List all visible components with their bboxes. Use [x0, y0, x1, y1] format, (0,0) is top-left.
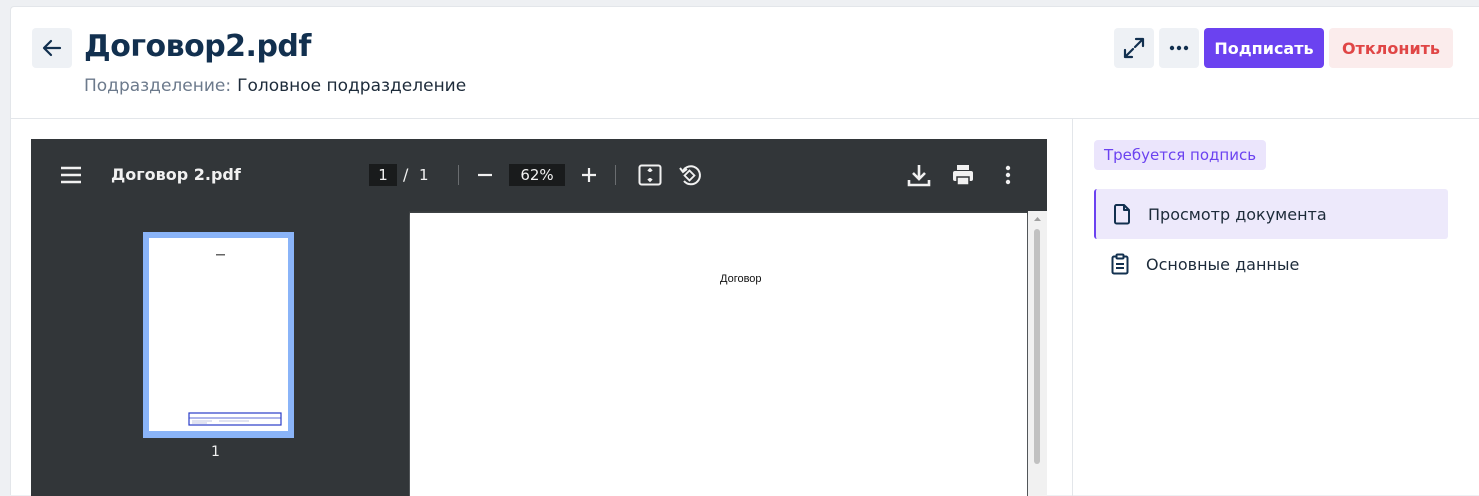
more-horizontal-icon	[1169, 45, 1189, 51]
toolbar-divider	[458, 165, 459, 185]
minus-icon	[478, 173, 492, 177]
clipboard-icon	[1111, 253, 1129, 275]
pdf-file-name: Договор 2.pdf	[111, 165, 241, 184]
document-card: Договор2.pdf Подразделение: Головное подр…	[10, 6, 1479, 496]
back-button[interactable]	[32, 28, 72, 68]
reject-button[interactable]: Отклонить	[1329, 28, 1453, 68]
arrow-left-icon	[42, 39, 62, 57]
menu-icon	[61, 166, 81, 184]
subdivision-line: Подразделение: Головное подразделение	[84, 76, 466, 96]
sign-button[interactable]: Подписать	[1204, 28, 1324, 68]
pdf-viewer: Договор 2.pdf 1 / 1 62% 1 Договор	[31, 139, 1047, 496]
page-separator: /	[403, 165, 409, 184]
download-icon	[907, 165, 931, 187]
zoom-out-button[interactable]	[473, 163, 497, 187]
toolbar-divider	[615, 165, 616, 185]
right-panel: Требуется подпись Просмотр документа Осн…	[1072, 119, 1479, 496]
more-vertical-icon	[1005, 165, 1011, 185]
page-number-input[interactable]: 1	[369, 164, 397, 186]
sidebar-toggle-button[interactable]	[59, 163, 83, 187]
zoom-input[interactable]: 62%	[509, 164, 565, 186]
page-thumbnail[interactable]	[143, 232, 294, 438]
thumbnail-content	[188, 254, 282, 426]
scroll-up-arrow-icon	[1034, 217, 1041, 221]
page-scrollbar[interactable]	[1028, 211, 1047, 496]
pdf-toolbar: Договор 2.pdf 1 / 1 62%	[31, 139, 1047, 211]
file-icon	[1114, 204, 1130, 225]
status-badge: Требуется подпись	[1094, 140, 1267, 170]
expand-icon	[1123, 37, 1145, 59]
rotate-button[interactable]	[677, 163, 703, 187]
nav-item-document-preview[interactable]: Просмотр документа	[1094, 189, 1448, 239]
fullscreen-button[interactable]	[1114, 28, 1154, 68]
nav-item-label: Основные данные	[1146, 254, 1300, 274]
thumbnail-page-number: 1	[211, 444, 220, 460]
fit-to-page-icon	[638, 164, 662, 186]
printer-icon	[953, 165, 973, 186]
rotate-icon	[679, 165, 701, 186]
print-button[interactable]	[949, 161, 977, 189]
viewer-more-button[interactable]	[997, 161, 1019, 189]
scrollbar-thumb[interactable]	[1034, 229, 1040, 464]
plus-icon	[582, 168, 596, 182]
download-button[interactable]	[905, 161, 933, 189]
subdivision-value: Головное подразделение	[237, 76, 467, 96]
nav-item-label: Просмотр документа	[1148, 204, 1327, 224]
pdf-page: Договор	[410, 213, 1027, 496]
zoom-in-button[interactable]	[577, 163, 601, 187]
more-button[interactable]	[1159, 28, 1199, 68]
document-text: Договор	[720, 273, 762, 285]
fit-page-button[interactable]	[637, 163, 663, 187]
thumbnail-page	[149, 238, 288, 431]
nav-item-basic-data[interactable]: Основные данные	[1094, 239, 1448, 289]
subdivision-label: Подразделение:	[84, 76, 232, 96]
page-header: Договор2.pdf Подразделение: Головное подр…	[11, 7, 1479, 119]
page-total: 1	[419, 166, 429, 184]
page-title: Договор2.pdf	[84, 29, 311, 64]
